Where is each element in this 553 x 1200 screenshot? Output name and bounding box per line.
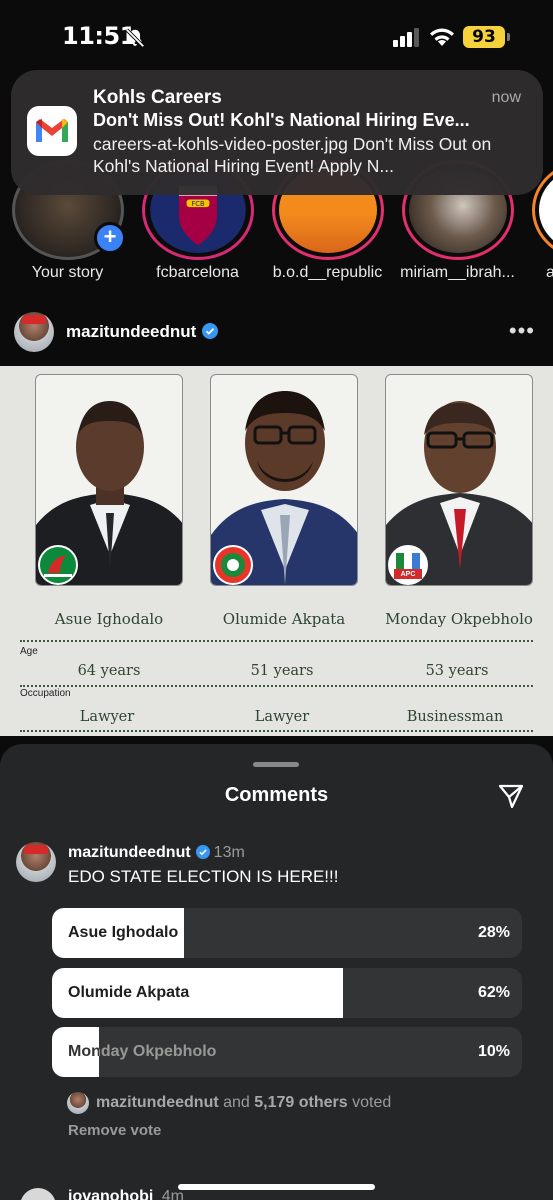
candidate-photo-2	[210, 374, 358, 586]
candidate-age-2: 51 years	[250, 663, 314, 679]
divider-line	[20, 730, 533, 732]
poll-option[interactable]: Asue Ighodalo 28%	[52, 908, 522, 958]
cellular-signal-icon	[393, 28, 419, 47]
apc-logo-icon: APC	[388, 545, 428, 585]
battery-tip	[507, 33, 510, 41]
comments-sheet: Comments mazitundeednut 13m EDO STATE ELE…	[0, 744, 553, 1200]
votes-summary[interactable]: mazitundeednut and 5,179 others voted	[96, 1094, 391, 1112]
lp-logo-icon	[213, 545, 253, 585]
more-options-icon[interactable]: •••	[509, 318, 535, 344]
apc-logo-text: APC	[400, 571, 416, 578]
divider-line	[20, 685, 533, 687]
votes-others: 5,179 others	[254, 1094, 348, 1111]
poll-option-percent: 10%	[477, 1043, 510, 1060]
poll-option-label: Olumide Akpata	[68, 984, 190, 1001]
candidate-photo-1	[35, 374, 183, 586]
share-send-icon[interactable]	[497, 782, 525, 810]
add-story-icon[interactable]: +	[94, 222, 126, 254]
votes-and: and	[223, 1094, 250, 1111]
notification-title: Don't Miss Out! Kohl's National Hiring E…	[93, 110, 470, 130]
next-comment-header: jovanohobi 4m	[68, 1188, 184, 1200]
svg-text:FCB: FCB	[191, 200, 204, 208]
post-author-avatar[interactable]	[14, 312, 54, 352]
age-label: Age	[20, 646, 38, 657]
story-label: a	[546, 264, 553, 281]
sheet-drag-handle[interactable]	[253, 762, 299, 767]
remove-vote-button[interactable]: Remove vote	[68, 1122, 161, 1139]
candidate-name-3: Monday Okpebholo	[385, 610, 533, 628]
candidate-occupation-1: Lawyer	[79, 709, 135, 725]
next-comment-avatar[interactable]	[20, 1188, 56, 1200]
battery-indicator: 93	[463, 26, 505, 48]
comment-author-avatar[interactable]	[16, 842, 56, 882]
story-label: fcbarcelona	[156, 264, 239, 281]
candidate-photo-3: APC	[385, 374, 533, 586]
gmail-icon	[27, 106, 77, 156]
post-header: mazitundeednut •••	[0, 308, 553, 358]
divider-line	[20, 640, 533, 642]
candidate-name-2: Olumide Akpata	[222, 610, 346, 628]
poll-option-label: Monday Okpebholo	[68, 1043, 217, 1060]
candidate-occupation-3: Businessman	[406, 709, 504, 725]
votes-suffix: voted	[352, 1094, 392, 1111]
story-label: Your story	[31, 264, 104, 281]
poll-option-percent: 62%	[477, 984, 510, 1001]
poll-option[interactable]: Olumide Akpata 62%	[52, 968, 522, 1018]
cap-shape	[24, 845, 48, 854]
status-bar: 11:51 93	[0, 0, 553, 70]
comment-header: mazitundeednut 13m	[68, 844, 245, 862]
voter-avatar	[67, 1092, 89, 1114]
notification-body: careers-at-kohls-video-poster.jpg Don't …	[93, 134, 492, 176]
cap-shape	[22, 315, 46, 324]
post-username[interactable]: mazitundeednut	[66, 322, 219, 342]
post-username-text: mazitundeednut	[66, 322, 197, 341]
comment-text: EDO STATE ELECTION IS HERE!!!	[68, 867, 339, 886]
notification-time: now	[491, 89, 521, 106]
candidate-age-1: 64 years	[77, 663, 141, 679]
verified-badge-icon	[202, 323, 219, 339]
candidate-occupation-2: Lawyer	[254, 709, 310, 725]
poll-option[interactable]: Monday Okpebholo 10%	[52, 1027, 522, 1077]
verified-badge-icon	[195, 845, 210, 859]
bell-muted-icon	[125, 28, 145, 48]
poll-option-percent: 28%	[477, 924, 510, 941]
poll-option-label: Asue Ighodalo	[68, 924, 179, 941]
sheet-title: Comments	[224, 784, 329, 806]
comment-username[interactable]: mazitundeednut	[68, 844, 191, 861]
candidate-age-3: 53 years	[425, 663, 489, 679]
story-label: miriam__ibrah...	[400, 264, 515, 281]
comment-time: 13m	[213, 844, 245, 861]
home-indicator[interactable]	[178, 1184, 375, 1190]
voter-username: mazitundeednut	[96, 1094, 219, 1111]
wifi-icon	[430, 28, 454, 46]
post-image[interactable]: APC Asue Ighodalo Olumide Akpata Monday …	[0, 366, 553, 736]
candidate-name-1: Asue Ighodalo	[54, 610, 164, 628]
notification-banner[interactable]: Kohls Careers now Don't Miss Out! Kohl's…	[11, 70, 543, 195]
notification-app-name: Kohls Careers	[93, 87, 222, 108]
story-photo	[539, 167, 553, 253]
occupation-label: Occupation	[20, 688, 71, 699]
story-label: b.o.d__republic	[272, 264, 383, 281]
pdp-logo-icon	[38, 545, 78, 585]
next-comment-username[interactable]: jovanohobi	[68, 1188, 153, 1200]
